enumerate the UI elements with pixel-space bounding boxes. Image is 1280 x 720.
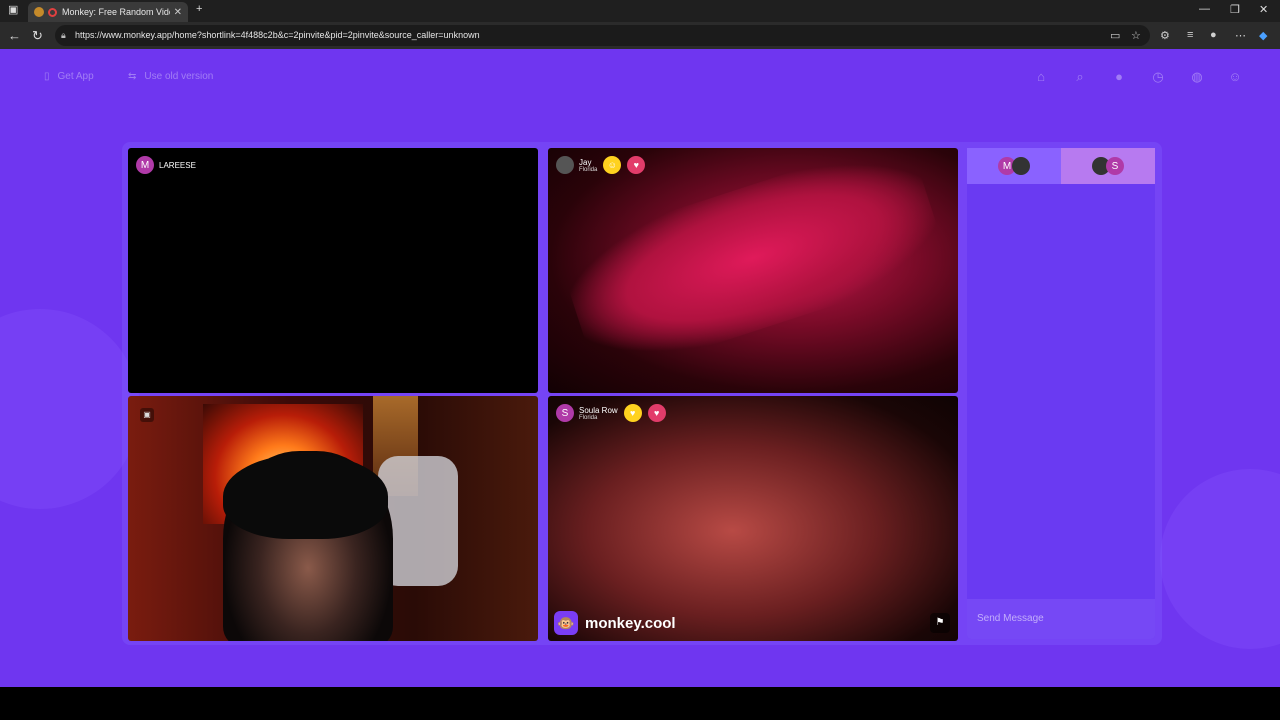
profile-icon[interactable]: ● <box>1210 29 1217 41</box>
video-content <box>555 148 951 382</box>
user-tag[interactable]: M LAREESE <box>136 156 196 174</box>
history-icon[interactable]: ◷ <box>1150 69 1166 85</box>
user-name: Soula Row <box>579 405 618 415</box>
old-version-label: Use old version <box>144 71 214 82</box>
camera-toggle-icon[interactable]: ▣ <box>140 408 154 422</box>
extensions-icon[interactable]: ⚙ <box>1160 29 1170 42</box>
video-tile-self: ▣ <box>128 396 538 641</box>
lock-icon: 🔒︎ <box>61 30 66 40</box>
avatar: M <box>136 156 154 174</box>
cast-icon[interactable]: ▭ <box>1110 29 1120 42</box>
video-tile-2: Jay Florida ☺ ♥ <box>548 148 958 393</box>
monkey-logo-icon: 🐵 <box>554 611 578 635</box>
address-bar-row: ← ↻ 🔒︎ https://www.monkey.app/home?short… <box>0 22 1280 49</box>
url-text: https://www.monkey.app/home?shortlink=4f… <box>75 30 480 40</box>
monkey-page: ▯ Get App ⇆ Use old version ⌂ ⌕ ● ◷ ◍ ☺ … <box>0 49 1280 687</box>
browser-tab[interactable]: Monkey: Free Random Vide ✕ <box>28 2 188 22</box>
chat-tabs: M S <box>967 148 1155 184</box>
user-location: Florida <box>579 166 598 173</box>
minimize-button[interactable]: — <box>1199 3 1210 15</box>
chat-panel: M S Send Message <box>967 148 1155 639</box>
monkey-favicon-icon <box>34 7 44 17</box>
shop-icon[interactable]: ⌂ <box>1033 69 1049 85</box>
browser-tabbar: ▣ Monkey: Free Random Vide ✕ + — ❐ ✕ <box>0 0 1280 22</box>
phone-icon: ▯ <box>44 71 50 82</box>
window-menu-icon[interactable]: ▣ <box>8 3 18 16</box>
favorite-star-icon[interactable]: ☆ <box>1131 29 1141 42</box>
video-content <box>223 454 388 539</box>
avatar: S <box>556 404 574 422</box>
search-icon[interactable]: ⌕ <box>1072 69 1088 85</box>
gift-badge-icon: ♥ <box>647 404 666 422</box>
user-tag[interactable]: S Soula Row Florida ♥ ♥ <box>556 404 666 422</box>
refresh-icon[interactable]: ↻ <box>32 28 43 44</box>
old-version-link[interactable]: ⇆ Use old version <box>128 71 213 82</box>
messages-icon[interactable]: ◍ <box>1189 69 1205 85</box>
more-icon[interactable]: ⋯ <box>1235 29 1246 42</box>
chat-tab-group-1[interactable]: M <box>967 148 1061 184</box>
user-tag[interactable]: Jay Florida ☺ ♥ <box>556 156 646 174</box>
get-app-label: Get App <box>57 71 94 82</box>
user-location: Florida <box>579 414 598 421</box>
coin-icon[interactable]: ● <box>1111 69 1127 85</box>
report-button[interactable]: ⚑ <box>930 613 950 633</box>
copilot-icon[interactable]: ◆ <box>1259 29 1267 42</box>
recording-icon <box>48 7 57 17</box>
maximize-button[interactable]: ❐ <box>1230 3 1240 16</box>
send-message-input[interactable]: Send Message <box>967 599 1155 639</box>
video-tile-1: M LAREESE <box>128 148 538 393</box>
back-icon[interactable]: ← <box>8 28 21 43</box>
profile-avatar-icon[interactable]: ☺ <box>1227 69 1243 85</box>
bg-decoration <box>1160 469 1280 649</box>
avatar: S <box>1106 157 1124 175</box>
favorites-icon[interactable]: ≡ <box>1187 29 1193 41</box>
new-tab-button[interactable]: + <box>196 3 202 15</box>
user-name: Jay <box>579 157 592 167</box>
chat-tab-group-2[interactable]: S <box>1061 148 1155 184</box>
gift-badge-icon: ♥ <box>627 156 646 174</box>
swap-icon: ⇆ <box>128 71 137 82</box>
bg-decoration <box>0 309 140 509</box>
video-grid: M LAREESE Jay Florida ☺ ♥ ▣ S Soula Row … <box>122 142 1162 645</box>
brand-name: monkey.cool <box>585 614 676 632</box>
user-name: LAREESE <box>159 160 196 170</box>
emoji-badge-icon: ☺ <box>603 156 622 174</box>
tab-title: Monkey: Free Random Vide <box>62 7 170 17</box>
get-app-link[interactable]: ▯ Get App <box>44 71 94 82</box>
taskbar-area <box>0 687 1280 720</box>
close-tab-icon[interactable]: ✕ <box>174 7 182 18</box>
avatar <box>556 156 574 174</box>
close-window-button[interactable]: ✕ <box>1259 3 1268 16</box>
monkey-watermark: 🐵 monkey.cool <box>554 611 676 635</box>
url-field[interactable]: 🔒︎ https://www.monkey.app/home?shortlink… <box>55 25 1150 46</box>
heart-badge-icon: ♥ <box>623 404 642 422</box>
video-tile-4: S Soula Row Florida ♥ ♥ 🐵 monkey.cool ⚑ <box>548 396 958 641</box>
avatar <box>1012 157 1030 175</box>
